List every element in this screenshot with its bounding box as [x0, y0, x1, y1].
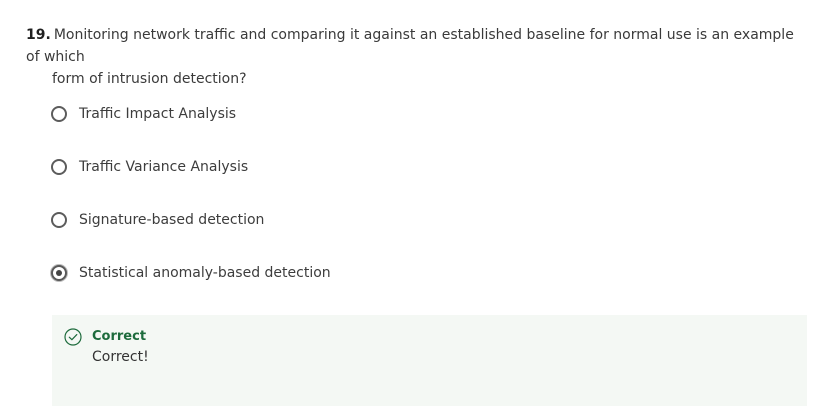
radio-button-icon[interactable] [51, 212, 67, 228]
question-text-continued: form of intrusion detection? [52, 71, 247, 87]
answer-option-3[interactable]: Signature-based detection [51, 209, 264, 231]
answer-option-4[interactable]: Statistical anomaly-based detection [51, 262, 331, 284]
answer-option-label: Traffic Variance Analysis [79, 159, 249, 175]
radio-button-selected-icon[interactable] [51, 265, 67, 281]
radio-button-icon[interactable] [51, 106, 67, 122]
feedback-message: Correct! [92, 349, 149, 365]
answer-option-label: Signature-based detection [79, 212, 265, 228]
answer-option-label: Traffic Impact Analysis [79, 106, 237, 122]
radio-button-icon[interactable] [51, 159, 67, 175]
answer-option-2[interactable]: Traffic Variance Analysis [51, 156, 248, 178]
question-text: Monitoring network traffic and comparing… [26, 27, 794, 65]
check-circle-icon [64, 328, 82, 346]
feedback-panel: Correct Correct! [52, 315, 807, 406]
feedback-status: Correct [92, 329, 147, 344]
answer-option-1[interactable]: Traffic Impact Analysis [51, 103, 236, 125]
question-prompt: 19. Monitoring network traffic and compar… [26, 24, 806, 90]
question-number: 19. [26, 27, 51, 43]
answer-option-label: Statistical anomaly-based detection [79, 265, 331, 281]
